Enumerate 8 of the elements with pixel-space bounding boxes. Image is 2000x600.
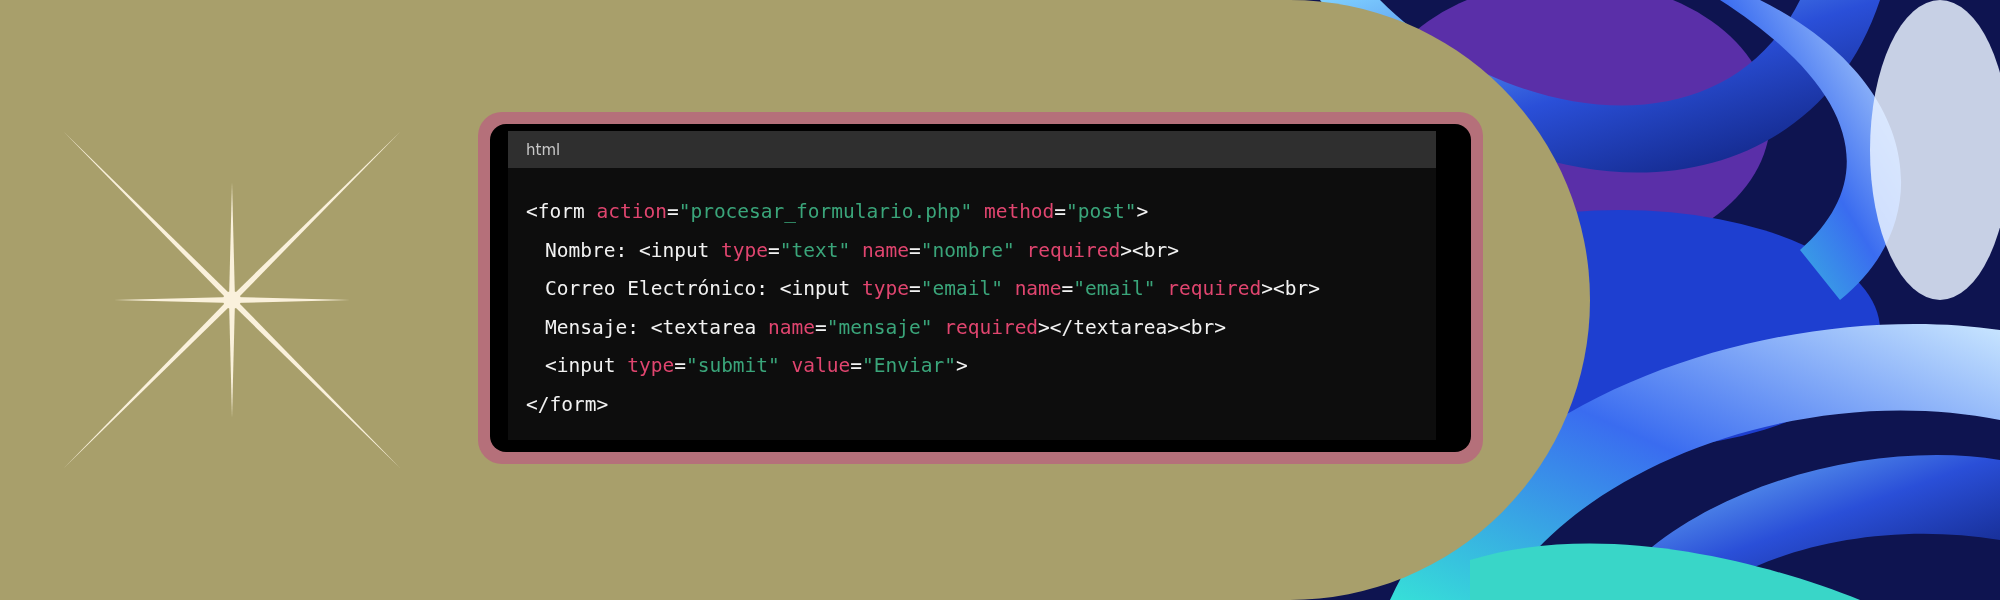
language-label: html bbox=[526, 140, 561, 159]
sparkle-icon bbox=[62, 130, 402, 470]
code-line: Nombre: <input type="text" name="nombre" required><br> bbox=[544, 237, 1181, 264]
code-line: <input type="submit" value="Enviar"> bbox=[544, 353, 969, 379]
code-line: Correo Electrónico: <input type="email" name="email" required><br> bbox=[544, 276, 1321, 302]
code-line: <form action="procesar_formulario.php" method="post"> bbox=[526, 199, 1150, 225]
code-line: Mensaje: <textarea name="mensaje" required></textarea><br> bbox=[544, 314, 1227, 341]
code-line: </form> bbox=[526, 391, 610, 418]
